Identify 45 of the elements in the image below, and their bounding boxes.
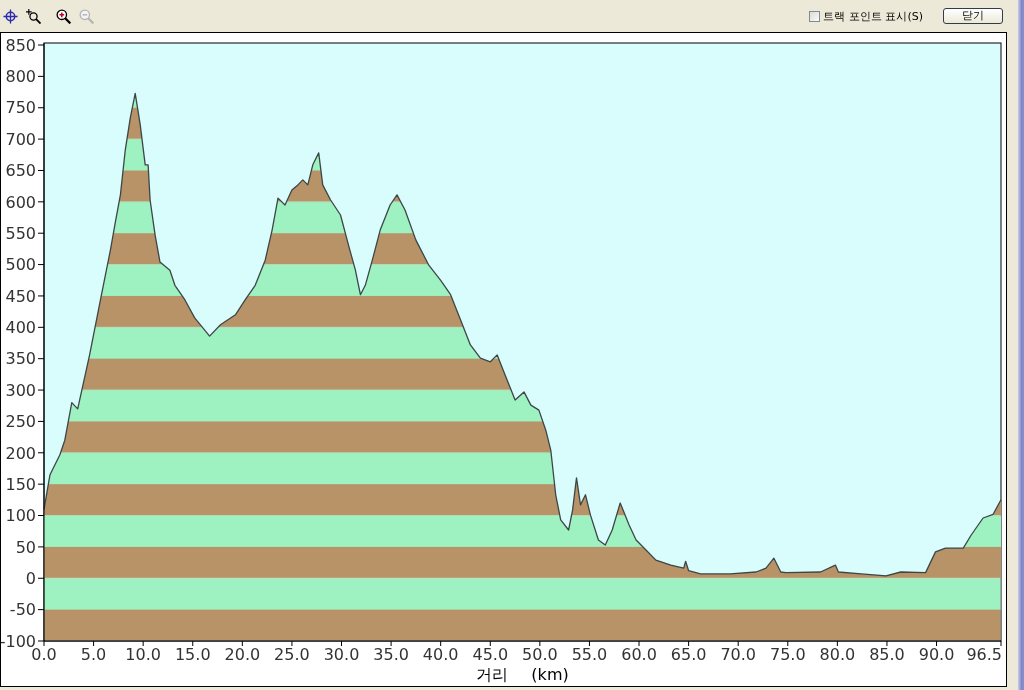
x-tick-label: 25.0 — [274, 645, 310, 664]
x-tick-label: 20.0 — [224, 645, 261, 664]
y-tick-label: 750 — [5, 98, 36, 118]
y-tick-label: 250 — [5, 412, 36, 432]
y-tick-label: 450 — [5, 286, 36, 306]
checkbox-label[interactable]: 트랙 포인트 표시(S) — [823, 8, 923, 24]
x-tick-label: 15.0 — [174, 645, 211, 664]
y-tick-label: -50 — [9, 600, 36, 620]
y-tick-label: 850 — [5, 35, 36, 55]
y-tick-label: 550 — [5, 223, 36, 243]
x-tick-label: 90.0 — [918, 645, 955, 664]
magnifier-cursor-icon[interactable] — [26, 8, 41, 24]
x-tick-label: 5.0 — [80, 645, 107, 664]
x-tick-label: 50.0 — [522, 645, 558, 664]
y-tick-label: 0 — [25, 569, 36, 588]
x-tick-label: 60.0 — [621, 645, 657, 664]
y-tick-label: 800 — [5, 67, 36, 87]
y-tick-label: 350 — [5, 349, 36, 369]
y-tick-label: 500 — [5, 255, 36, 275]
checkbox[interactable] — [809, 10, 821, 22]
y-tick-label: 100 — [5, 506, 36, 526]
y-tick-label: 300 — [5, 380, 36, 400]
y-tick-label: 600 — [5, 192, 36, 212]
x-tick-label: 10.0 — [125, 645, 161, 664]
x-tick-label: 40.0 — [422, 645, 459, 664]
close-button[interactable]: 닫기 — [943, 8, 1003, 24]
y-tick-label: 400 — [5, 318, 36, 338]
x-tick-label: 80.0 — [819, 645, 856, 664]
y-tick-label: 50 — [15, 537, 36, 557]
y-tick-label: 650 — [5, 161, 36, 181]
x-tick-label: 55.0 — [571, 645, 608, 664]
x-tick-label: 65.0 — [670, 645, 707, 664]
x-tick-label: 85.0 — [869, 645, 905, 664]
y-tick-label: 700 — [5, 129, 36, 149]
x-tick-label: 30.0 — [323, 645, 360, 664]
x-tick-label: 45.0 — [472, 645, 509, 664]
y-tick-label: 150 — [5, 474, 36, 494]
x-tick-label: 70.0 — [720, 645, 756, 664]
zoom-in-icon[interactable] — [56, 8, 71, 24]
crosshair-icon[interactable] — [3, 8, 18, 24]
y-tick-label: 200 — [5, 443, 36, 463]
x-tick-label: 96.5 — [966, 645, 1002, 664]
x-axis-title: 거리 (km) — [476, 665, 569, 684]
x-tick-label: 35.0 — [373, 645, 409, 664]
x-tick-label: 75.0 — [769, 645, 806, 664]
